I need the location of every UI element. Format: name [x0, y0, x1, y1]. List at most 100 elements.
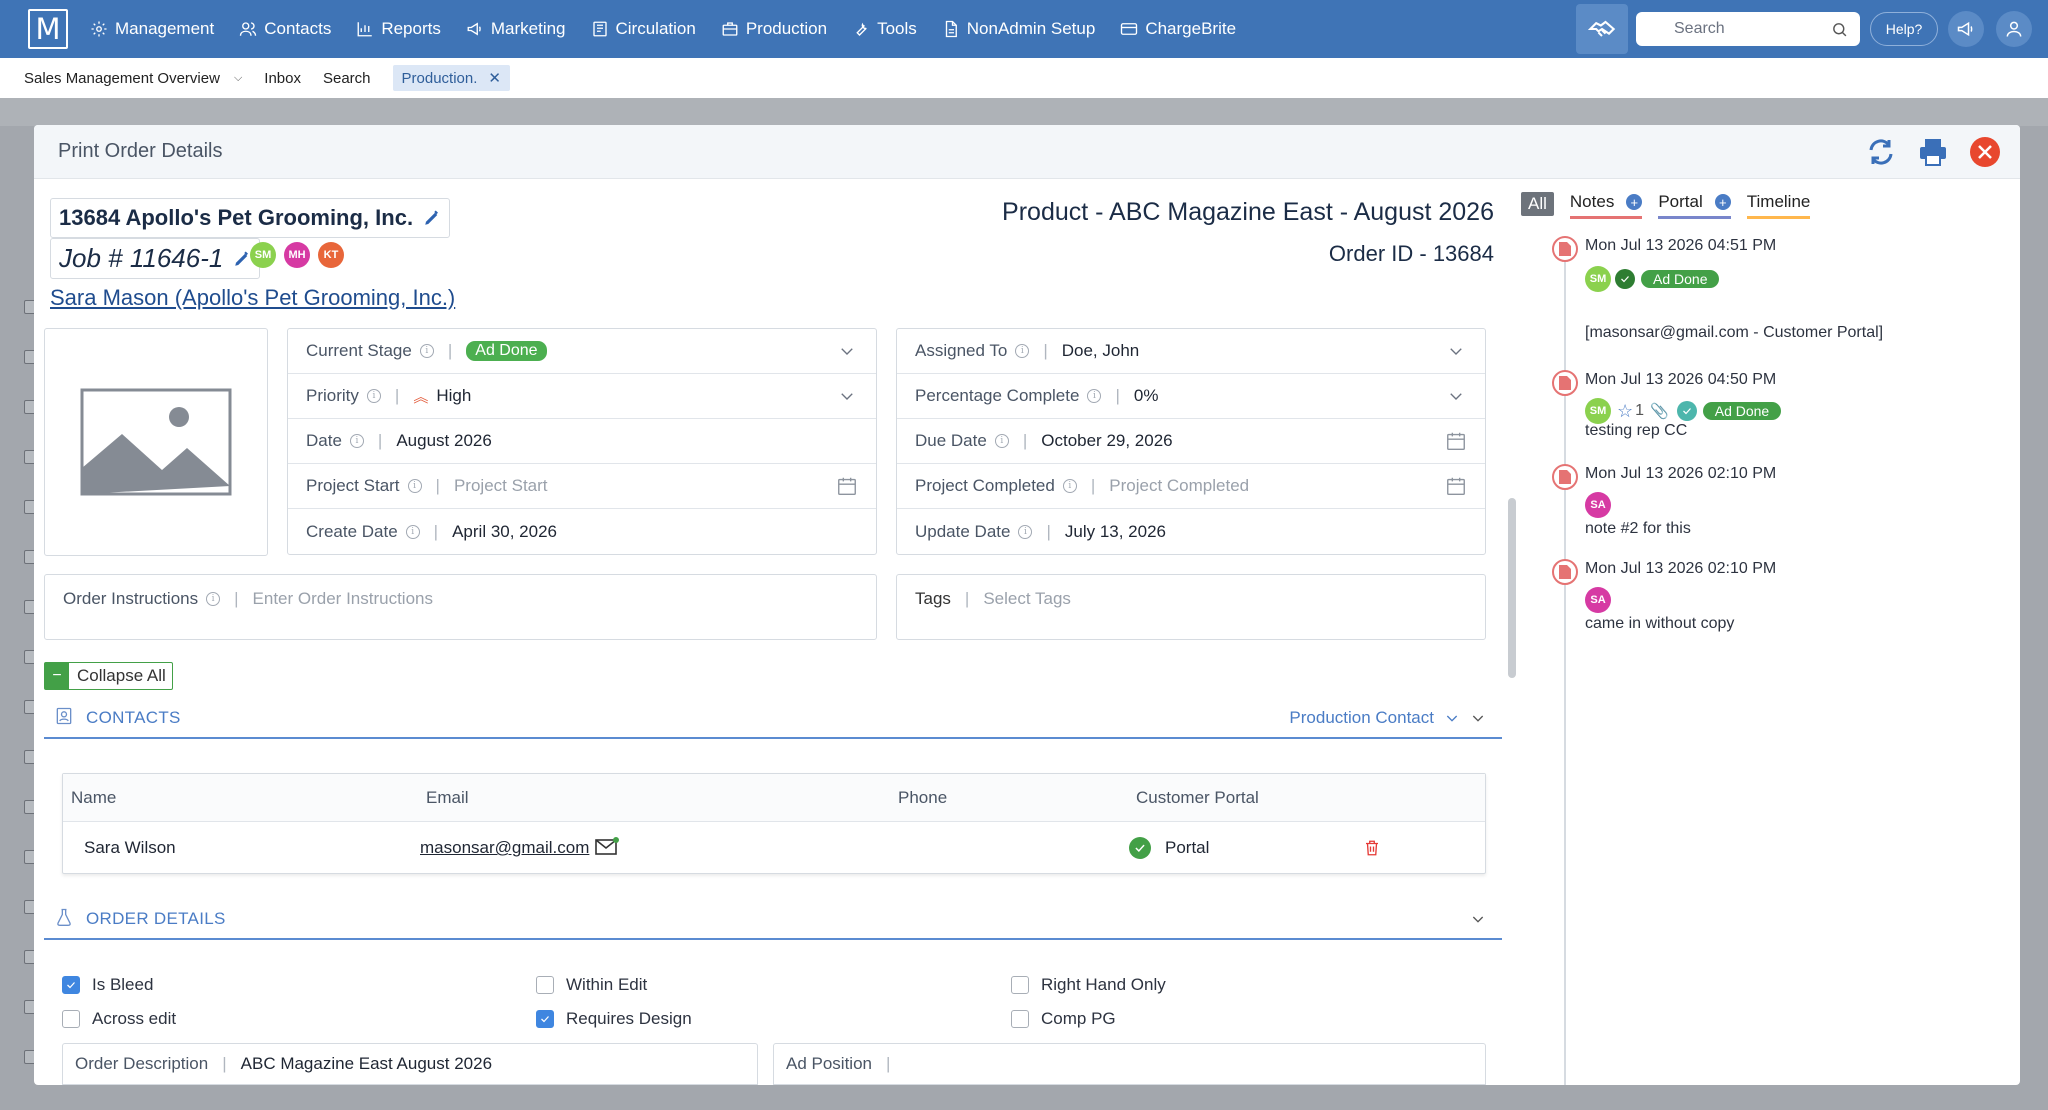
field-label: Project Completed i — [915, 476, 1077, 496]
order-fields-left: Current Stage i | Ad Done Priority i | ︽ H… — [287, 328, 877, 555]
tab-sales-management-overview[interactable]: Sales Management Overview ⌵ — [24, 70, 242, 87]
within-edit-checkbox[interactable]: Within Edit — [536, 975, 647, 995]
nav-contacts[interactable]: Contacts — [239, 19, 331, 39]
chevron-down-icon[interactable]: ⌵ — [234, 72, 242, 85]
pencil-icon[interactable] — [423, 209, 441, 227]
across-edit-checkbox[interactable]: Across edit — [62, 1009, 176, 1029]
field-value: ABC Magazine East August 2026 — [240, 1054, 493, 1073]
calendar-icon[interactable] — [1445, 430, 1467, 457]
activity-tab-timeline[interactable]: Timeline — [1746, 192, 1811, 219]
refresh-button[interactable] — [1862, 133, 1900, 171]
entry-date: Mon Jul 13 2026 04:50 PM — [1585, 371, 1777, 388]
checkbox-unchecked[interactable] — [62, 1010, 80, 1028]
announcement-button[interactable] — [1948, 11, 1984, 47]
ad-position-field[interactable]: Ad Position | — [773, 1043, 1486, 1085]
avatar: SM — [1585, 398, 1611, 424]
nav-tools[interactable]: Tools — [852, 19, 917, 39]
chevron-down-icon[interactable] — [838, 342, 856, 365]
date-field[interactable]: Date i | August 2026 — [288, 419, 876, 464]
project-start-field[interactable]: Project Start i | Project Start — [288, 464, 876, 509]
credit-card-icon — [1121, 23, 1138, 35]
checkbox-unchecked[interactable] — [1011, 1010, 1029, 1028]
bar-chart-icon — [357, 22, 373, 37]
current-stage-field[interactable]: Current Stage i | Ad Done — [288, 329, 876, 374]
checkbox-checked[interactable] — [536, 1010, 554, 1028]
checkbox-label: Is Bleed — [92, 975, 154, 994]
modal-header-actions — [1848, 133, 2004, 171]
is-bleed-checkbox[interactable]: Is Bleed — [62, 975, 153, 995]
handshake-button[interactable] — [1576, 4, 1628, 54]
order-description-field[interactable]: Order Description | ABC Magazine East Au… — [62, 1043, 758, 1085]
mail-icon[interactable] — [589, 836, 620, 861]
nav-chargebrite[interactable]: ChargeBrite — [1120, 19, 1236, 39]
check-circle-icon — [1129, 837, 1151, 859]
comp-pg-checkbox[interactable]: Comp PG — [1011, 1009, 1116, 1029]
chevron-down-icon[interactable] — [1470, 710, 1486, 726]
project-completed-field[interactable]: Project Completed i | Project Completed — [897, 464, 1485, 509]
search-input[interactable]: Search — [1636, 12, 1860, 46]
user-profile-button[interactable] — [1996, 11, 2032, 47]
delete-contact-button[interactable] — [1363, 822, 1381, 874]
nav-reports[interactable]: Reports — [356, 19, 441, 39]
due-date-field[interactable]: Due Date i | October 29, 2026 — [897, 419, 1485, 464]
activity-panel: All Notes + Portal + Timeline Mon Jul 13… — [1520, 180, 2020, 1085]
activity-tab-notes[interactable]: Notes + — [1569, 192, 1643, 219]
collapse-all-button[interactable]: − Collapse All — [44, 662, 173, 690]
primary-contact-link[interactable]: Sara Mason (Apollo's Pet Grooming, Inc.) — [50, 285, 455, 311]
info-icon: i — [1087, 389, 1102, 403]
nav-management[interactable]: Management — [90, 19, 214, 39]
app-logo[interactable]: M — [28, 9, 68, 49]
nav-circulation[interactable]: Circulation — [591, 19, 696, 39]
tags-field[interactable]: Tags | Select Tags — [896, 574, 1486, 640]
tab-label: Search — [322, 69, 371, 87]
avatar[interactable]: SM — [250, 242, 276, 268]
star-icon[interactable]: ☆ — [1617, 401, 1633, 422]
activity-tab-all[interactable]: All — [1521, 192, 1554, 216]
calendar-icon[interactable] — [836, 475, 858, 502]
checkbox-checked[interactable] — [62, 976, 80, 994]
main-scrollbar[interactable] — [1508, 498, 1516, 678]
nav-label: Tools — [877, 19, 917, 38]
document-icon — [1552, 559, 1578, 585]
checkbox-unchecked[interactable] — [536, 976, 554, 994]
chevron-down-icon[interactable] — [1447, 387, 1465, 410]
right-hand-only-checkbox[interactable]: Right Hand Only — [1011, 975, 1166, 995]
close-icon[interactable]: ✕ — [488, 69, 501, 87]
calendar-icon[interactable] — [1445, 475, 1467, 502]
ad-image-placeholder[interactable] — [44, 328, 268, 556]
percentage-complete-field[interactable]: Percentage Complete i | 0% — [897, 374, 1485, 419]
avatar[interactable]: MH — [284, 242, 310, 268]
pencil-icon[interactable] — [233, 250, 251, 268]
chevron-down-icon[interactable] — [1447, 342, 1465, 365]
nav-marketing[interactable]: Marketing — [466, 19, 566, 39]
checkbox-unchecked[interactable] — [1011, 976, 1029, 994]
activity-tab-portal[interactable]: Portal + — [1658, 192, 1731, 219]
close-circle-icon — [1970, 137, 2000, 167]
chevron-down-icon[interactable] — [838, 387, 856, 410]
add-portal-icon[interactable]: + — [1714, 194, 1731, 210]
nav-label: Production — [745, 19, 828, 38]
print-button[interactable] — [1914, 133, 1952, 171]
order-details-section-header[interactable]: ORDER DETAILS — [44, 900, 1502, 940]
contacts-section-header[interactable]: CONTACTS Production Contact — [44, 699, 1502, 739]
order-instructions-field[interactable]: Order Instructions i | Enter Order Instru… — [44, 574, 877, 640]
dropdown-label: Production Contact — [1289, 708, 1434, 727]
create-date-field: Create Date i | April 30, 2026 — [306, 521, 557, 541]
paperclip-icon[interactable]: 📎 — [1650, 402, 1669, 420]
production-contact-dropdown[interactable]: Production Contact — [1289, 708, 1486, 728]
assigned-to-field[interactable]: Assigned To i | Doe, John — [897, 329, 1485, 374]
table-header-row: Name Email Phone Customer Portal — [63, 774, 1485, 822]
tab-search[interactable]: Search — [323, 70, 371, 87]
priority-field[interactable]: Priority i | ︽ High — [288, 374, 876, 419]
section-collapse-toggle[interactable] — [1460, 911, 1486, 927]
tab-inbox[interactable]: Inbox — [264, 70, 301, 87]
tab-production[interactable]: Production. ✕ — [392, 65, 510, 91]
contact-email-link[interactable]: masonsar@gmail.com — [420, 838, 589, 858]
help-button[interactable]: Help? — [1870, 12, 1938, 46]
close-modal-button[interactable] — [1966, 133, 2004, 171]
nav-nonadmin-setup[interactable]: NonAdmin Setup — [942, 19, 1095, 39]
avatar[interactable]: KT — [318, 242, 344, 268]
add-note-icon[interactable]: + — [1626, 194, 1643, 210]
requires-design-checkbox[interactable]: Requires Design — [536, 1009, 692, 1029]
nav-production[interactable]: Production — [721, 19, 827, 39]
